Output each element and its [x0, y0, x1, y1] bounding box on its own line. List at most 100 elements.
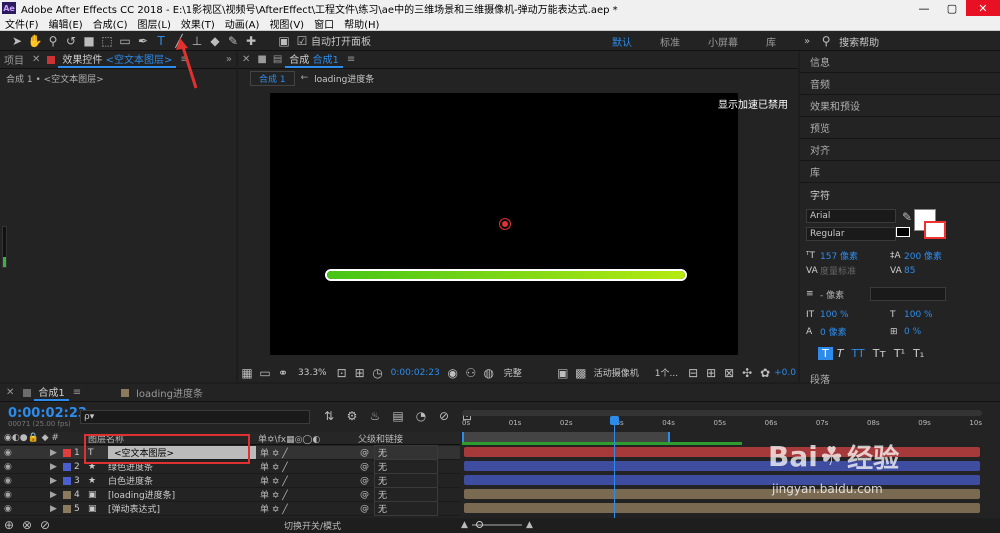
footer-toggle-c-icon[interactable]: ⊘	[37, 517, 53, 533]
frame-blend-icon[interactable]: ▤	[390, 408, 406, 424]
pickwhip-icon[interactable]: @	[360, 476, 374, 486]
time-ruler[interactable]: 0s 01s 02s 03s 04s 05s 06s 07s 08s 09s 1…	[462, 416, 982, 430]
parent-select[interactable]: 无	[374, 445, 438, 460]
parent-select[interactable]: 无	[374, 487, 438, 502]
timeline-tab-comp1[interactable]: 合成1	[34, 384, 69, 401]
transparency-icon[interactable]: ▩	[573, 365, 589, 381]
search-help-input[interactable]: 搜索帮助	[839, 34, 879, 49]
time-icon[interactable]: ◷	[370, 365, 386, 381]
snapshot-icon[interactable]: ◉	[445, 365, 461, 381]
channel-icon[interactable]: ◍	[481, 365, 497, 381]
timeline-search-input[interactable]: ρ▾	[80, 410, 310, 424]
maximize-button[interactable]: ▢	[938, 0, 966, 16]
snap-icon[interactable]: ▣	[276, 33, 292, 49]
pickwhip-icon[interactable]: @	[360, 462, 374, 472]
workspace-more-button[interactable]: »	[804, 36, 810, 47]
views-select[interactable]: 1个...	[655, 366, 678, 379]
exposure-value[interactable]: +0.0	[774, 368, 796, 378]
zoom-out-icon[interactable]: ▲	[461, 520, 468, 530]
expand-arrow-icon[interactable]: ▶	[50, 504, 60, 514]
layer-row-3[interactable]: ◉ ▶ 3 ★ 白色进度条 单 ✡ ╱ @ 无	[0, 473, 460, 488]
parent-select[interactable]: 无	[374, 473, 438, 488]
camera-tool-icon[interactable]: ■	[81, 33, 97, 49]
pickwhip-icon[interactable]: @	[360, 490, 374, 500]
layer-switches[interactable]: 单 ✡ ╱	[260, 460, 360, 473]
monitor-icon[interactable]: ▭	[257, 365, 273, 381]
roto-brush-tool-icon[interactable]: ✎	[225, 33, 241, 49]
layer-bar-1[interactable]	[464, 447, 980, 457]
reset-exposure-icon[interactable]: ✿	[757, 365, 773, 381]
hscale-value[interactable]: 100 %	[904, 310, 933, 320]
font-style-select[interactable]: Regular	[806, 227, 896, 241]
stroke-color-swatch[interactable]	[924, 221, 946, 239]
visibility-icon[interactable]: ◉	[0, 462, 22, 472]
kerning-value[interactable]: 度量标准	[820, 264, 890, 277]
lock-icon[interactable]: ■	[257, 54, 266, 65]
layer-row-4[interactable]: ◉ ▶ 4 ▣ [loading进度条] 单 ✡ ╱ @ 无	[0, 487, 460, 502]
nav-tab-comp1[interactable]: 合成 1	[250, 70, 295, 86]
fit-icon[interactable]: ⊡	[334, 365, 350, 381]
toggle-c-icon[interactable]: ⊠	[721, 365, 737, 381]
rotate-tool-icon[interactable]: ↺	[63, 33, 79, 49]
faux-italic-button[interactable]: T	[833, 347, 848, 360]
timeline-zoom-slider[interactable]	[471, 521, 522, 528]
leading-value[interactable]: 200 像素	[904, 249, 942, 262]
timeline-tab-loading[interactable]: loading进度条	[132, 385, 207, 400]
timeline-timecode[interactable]: 0:00:02:23	[8, 406, 87, 421]
stroke-mode-select[interactable]	[870, 287, 946, 301]
visibility-icon[interactable]: ◉	[0, 490, 22, 500]
work-area-bar[interactable]	[462, 432, 670, 442]
tsume-value[interactable]: 0 %	[904, 327, 921, 337]
menu-help[interactable]: 帮助(H)	[339, 16, 384, 31]
menu-effect[interactable]: 效果(T)	[176, 16, 220, 31]
minimize-button[interactable]: —	[910, 0, 938, 16]
superscript-button[interactable]: T¹	[890, 347, 909, 360]
layer-name[interactable]: [loading进度条]	[108, 488, 256, 501]
toggle-a-icon[interactable]: ⊟	[685, 365, 701, 381]
auto-open-checkbox[interactable]: ☑	[294, 33, 310, 49]
mask-icon[interactable]: ⚭	[275, 365, 291, 381]
vscale-value[interactable]: 100 %	[820, 310, 890, 320]
layer-bar-4[interactable]	[464, 489, 980, 499]
panel-library[interactable]: 库	[800, 161, 1000, 183]
tab-effect-controls[interactable]: 效果控件 <空文本图层>	[58, 51, 177, 68]
layer-bar-2[interactable]	[464, 461, 980, 471]
anchor-point-icon[interactable]	[499, 218, 511, 230]
subscript-button[interactable]: T₁	[909, 347, 928, 360]
motion-blur-icon[interactable]: ◔	[413, 408, 429, 424]
puppet-pin-tool-icon[interactable]: ✚	[243, 33, 259, 49]
menu-file[interactable]: 文件(F)	[0, 16, 44, 31]
parent-header[interactable]: 父级和链接	[358, 432, 403, 445]
panel-info[interactable]: 信息	[800, 51, 1000, 73]
pickwhip-icon[interactable]: @	[360, 504, 374, 514]
viewer-timecode[interactable]: 0:00:02:23	[391, 368, 440, 378]
shy-icon[interactable]: ♨	[367, 408, 383, 424]
font-family-select[interactable]: Arial	[806, 209, 896, 223]
hand-tool-icon[interactable]: ✋	[27, 33, 43, 49]
viewer-menu-icon[interactable]: ≡	[347, 54, 355, 65]
expand-arrow-icon[interactable]: ▶	[50, 476, 60, 486]
workspace-small-screen[interactable]: 小屏幕	[694, 34, 752, 49]
layer-bar-3[interactable]	[464, 475, 980, 485]
zoom-select[interactable]: 33.3%	[298, 368, 327, 378]
close-viewer-icon[interactable]: ✕	[242, 54, 250, 65]
toggle-switches-modes[interactable]: 切换开关/模式	[284, 519, 341, 532]
layer-color-label[interactable]	[63, 476, 71, 485]
rectangle-tool-icon[interactable]: ▭	[117, 33, 133, 49]
footer-toggle-b-icon[interactable]: ⊗	[19, 517, 35, 533]
comp-flowchart-icon[interactable]: ⚙	[344, 408, 360, 424]
menu-layer[interactable]: 图层(L)	[132, 16, 175, 31]
layer-name[interactable]: 白色进度条	[108, 474, 256, 487]
small-caps-button[interactable]: Tт	[869, 347, 890, 360]
visibility-icon[interactable]: ◉	[0, 476, 22, 486]
camera-select[interactable]: 活动摄像机	[594, 366, 639, 379]
close-button[interactable]: ✕	[966, 0, 1000, 16]
layer-row-5[interactable]: ◉ ▶ 5 ▣ [弹动表达式] 单 ✡ ╱ @ 无	[0, 501, 460, 516]
font-size-value[interactable]: 157 像素	[820, 249, 890, 262]
zoom-tool-icon[interactable]: ⚲	[45, 33, 61, 49]
panel-preview[interactable]: 预览	[800, 117, 1000, 139]
show-snapshot-icon[interactable]: ⚇	[463, 365, 479, 381]
expand-arrow-icon[interactable]: ▶	[50, 448, 60, 458]
region-icon[interactable]: ▣	[555, 365, 571, 381]
layer-color-label[interactable]	[63, 462, 71, 471]
